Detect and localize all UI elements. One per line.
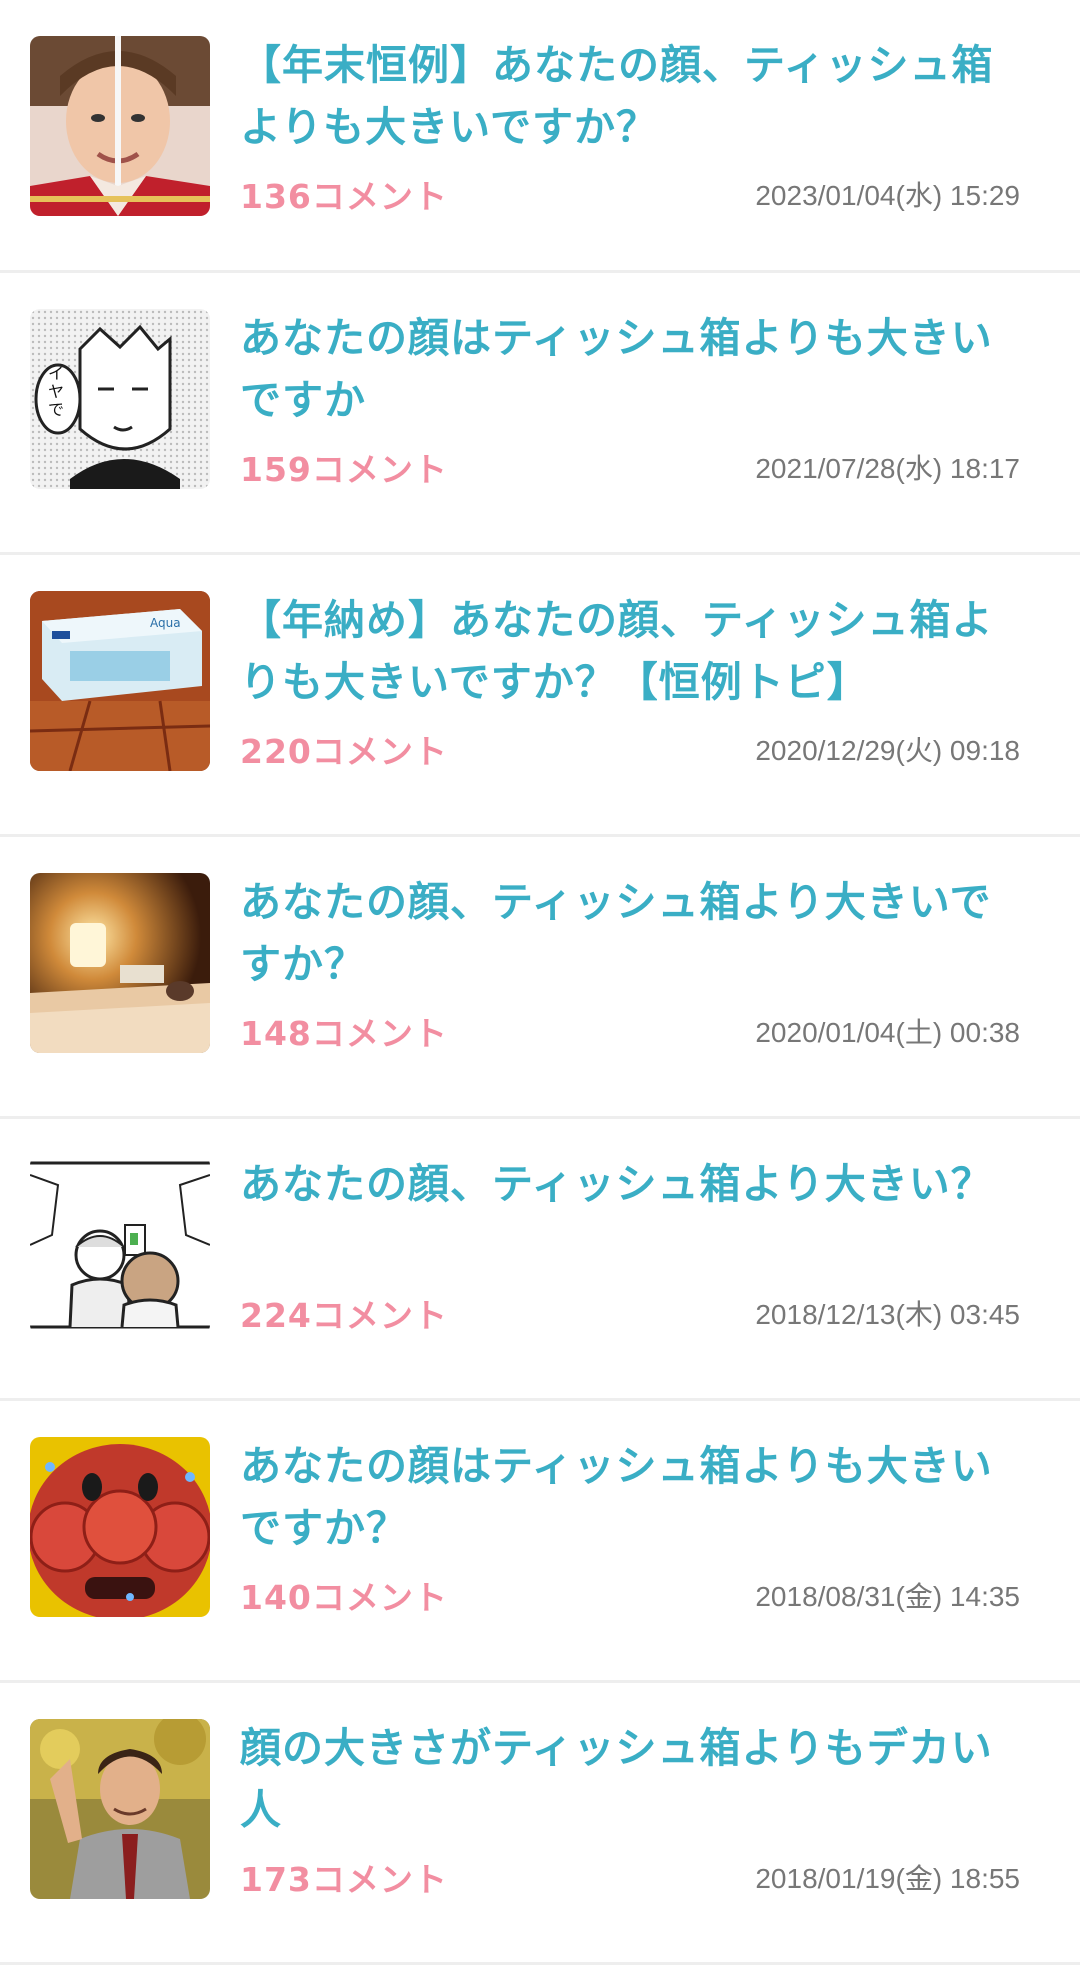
post-date: 2018/01/19(金) 18:55 bbox=[755, 1863, 1020, 1894]
topic-title[interactable]: 【年納め】あなたの顔、ティッシュ箱よりも大きいですか？【恒例トピ】 bbox=[240, 589, 1020, 713]
thumbnail-man-waving-image bbox=[30, 1719, 210, 1899]
topic-title[interactable]: あなたの顔、ティッシュ箱より大きい？ bbox=[240, 1153, 1020, 1215]
list-item[interactable]: 【年末恒例】あなたの顔、ティッシュ箱よりも大きいですか？ 136コメント 202… bbox=[0, 0, 1080, 273]
list-item[interactable]: Aqua 【年納め】あなたの顔、ティッシュ箱よりも大きいですか？【恒例トピ】 2… bbox=[0, 555, 1080, 837]
post-date: 2018/08/31(金) 14:35 bbox=[755, 1581, 1020, 1612]
thumbnail-woman-face-image bbox=[30, 36, 210, 216]
topic-title[interactable]: あなたの顔、ティッシュ箱より大きいですか？ bbox=[240, 871, 1020, 995]
list-item[interactable]: あなたの顔はティッシュ箱よりも大きいですか？ 140コメント 2018/08/3… bbox=[0, 1401, 1080, 1683]
svg-text:で: で bbox=[48, 400, 64, 419]
comment-count: 220コメント bbox=[240, 732, 448, 771]
svg-text:ヤ: ヤ bbox=[48, 382, 64, 401]
post-date: 2018/12/13(木) 03:45 bbox=[755, 1299, 1020, 1330]
list-item[interactable]: 顔の大きさがティッシュ箱よりもデカい人 173コメント 2018/01/19(金… bbox=[0, 1683, 1080, 1965]
thumbnail-comic-panel-image bbox=[30, 1155, 210, 1335]
topic-list: 【年末恒例】あなたの顔、ティッシュ箱よりも大きいですか？ 136コメント 202… bbox=[0, 0, 1080, 1965]
topic-title[interactable]: あなたの顔はティッシュ箱よりも大きいですか？ bbox=[240, 1435, 1020, 1559]
comment-count: 148コメント bbox=[240, 1014, 448, 1053]
list-item[interactable]: あなたの顔、ティッシュ箱より大きい？ 224コメント 2018/12/13(木)… bbox=[0, 1119, 1080, 1401]
comment-count: 159コメント bbox=[240, 450, 448, 489]
thumbnail-bedroom-lamp-image bbox=[30, 873, 210, 1053]
thumbnail-manga-character-image: イ ヤ で bbox=[30, 309, 210, 489]
post-date: 2021/07/28(水) 18:17 bbox=[755, 453, 1020, 484]
comment-count: 224コメント bbox=[240, 1296, 448, 1335]
post-date: 2023/01/04(水) 15:29 bbox=[755, 180, 1020, 211]
thumbnail-tissue-box-image: Aqua bbox=[30, 591, 210, 771]
svg-text:Aqua: Aqua bbox=[150, 616, 181, 630]
topic-title[interactable]: 【年末恒例】あなたの顔、ティッシュ箱よりも大きいですか？ bbox=[240, 34, 1020, 158]
thumbnail-red-character-face-image bbox=[30, 1437, 210, 1617]
topic-title[interactable]: あなたの顔はティッシュ箱よりも大きいですか bbox=[240, 307, 1020, 431]
comment-count: 136コメント bbox=[240, 177, 448, 216]
post-date: 2020/12/29(火) 09:18 bbox=[755, 735, 1020, 766]
topic-title[interactable]: 顔の大きさがティッシュ箱よりもデカい人 bbox=[240, 1717, 1020, 1841]
list-item[interactable]: イ ヤ で あなたの顔はティッシュ箱よりも大きいですか 159コメント 2021… bbox=[0, 273, 1080, 555]
comment-count: 140コメント bbox=[240, 1578, 448, 1617]
post-date: 2020/01/04(土) 00:38 bbox=[755, 1017, 1020, 1048]
comment-count: 173コメント bbox=[240, 1860, 448, 1899]
list-item[interactable]: あなたの顔、ティッシュ箱より大きいですか？ 148コメント 2020/01/04… bbox=[0, 837, 1080, 1119]
svg-text:イ: イ bbox=[48, 364, 64, 383]
